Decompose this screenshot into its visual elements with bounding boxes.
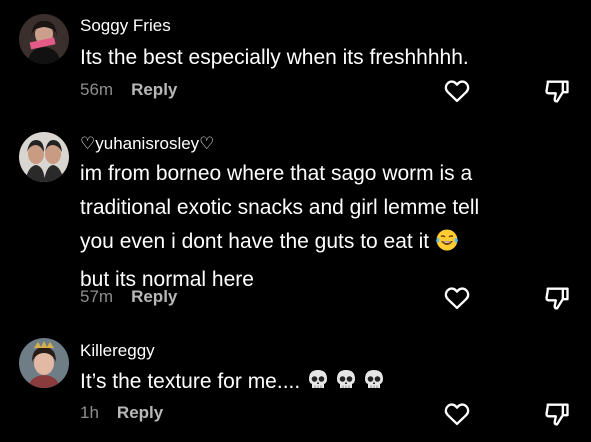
comment-text: It’s the texture for me.... — [80, 366, 520, 401]
avatar[interactable] — [19, 14, 69, 64]
comment-username[interactable]: Killereggy — [80, 341, 155, 361]
reply-button[interactable]: Reply — [131, 80, 177, 99]
comment-text: Its the best especially when its freshhh… — [80, 42, 520, 73]
comment-meta: 57m Reply — [80, 287, 177, 307]
comment-timestamp: 57m — [80, 287, 114, 306]
comment-text-fragment: It’s the texture for me.... — [80, 370, 301, 393]
comment-text: im from borneo where that sago worm is a… — [80, 157, 520, 297]
heart-outline-icon[interactable] — [443, 77, 471, 105]
avatar[interactable] — [19, 338, 69, 388]
comment-timestamp: 56m — [80, 80, 114, 99]
comment-text-line: Its the best especially when its freshhh… — [80, 46, 469, 69]
reply-button[interactable]: Reply — [117, 403, 163, 422]
reply-button[interactable]: Reply — [131, 287, 177, 306]
thumbs-down-icon[interactable] — [543, 284, 571, 312]
heart-outline-icon[interactable] — [443, 400, 471, 428]
comment-meta: 1h Reply — [80, 403, 163, 423]
skull-emoji-icon — [306, 368, 330, 401]
comment-text-fragment: you even i dont have the guts to eat it — [80, 230, 430, 253]
comment-timestamp: 1h — [80, 403, 99, 422]
comment-text-line: It’s the texture for me.... — [80, 366, 520, 401]
laughing-tears-emoji-icon — [435, 228, 459, 263]
comment-text-line: traditional exotic snacks and girl lemme… — [80, 196, 480, 219]
comment-text-line: im from borneo where that sago worm is a — [80, 162, 473, 185]
avatar[interactable] — [19, 132, 69, 182]
skull-emoji-icon — [362, 368, 386, 401]
skull-emoji-icon — [334, 368, 358, 401]
comment-meta: 56m Reply — [80, 80, 177, 100]
thumbs-down-icon[interactable] — [543, 77, 571, 105]
comment-username[interactable]: ♡yuhanisrosley♡ — [80, 134, 214, 154]
thumbs-down-icon[interactable] — [543, 400, 571, 428]
comment-text-line: you even i dont have the guts to eat it — [80, 225, 520, 263]
heart-outline-icon[interactable] — [443, 284, 471, 312]
comment-username[interactable]: Soggy Fries — [80, 16, 171, 36]
